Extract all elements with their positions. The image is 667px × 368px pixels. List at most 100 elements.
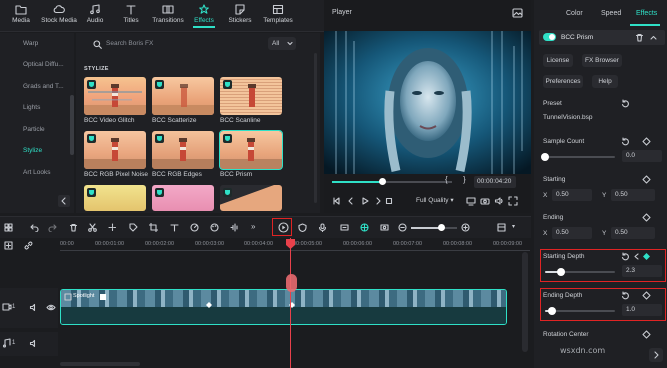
tab-speed[interactable]: Speed [601,10,621,17]
keyframe-diamond-active-icon[interactable] [642,252,651,261]
timeline-ruler[interactable]: 00:00 00:00:01:00 00:00:02:00 00:00:03:0… [0,238,531,252]
audio-wave-icon[interactable] [230,223,239,232]
reset-icon[interactable] [621,291,630,300]
sidebar-item-lights[interactable]: Lights [23,104,40,111]
display-icon[interactable] [466,196,476,206]
playhead[interactable] [290,238,291,368]
collapse-sidebar-button[interactable] [58,195,70,207]
timeline-scrollbar[interactable] [522,252,528,352]
zoom-in-icon[interactable] [461,223,470,232]
volume-icon[interactable] [494,196,504,206]
effect-thumbnail[interactable] [152,185,214,211]
stop-icon[interactable] [384,196,394,206]
filter-dropdown[interactable]: All [268,37,296,50]
keyframe-diamond-icon[interactable] [642,175,651,184]
sidebar-item-stylize[interactable]: Stylize [23,147,42,154]
split-icon[interactable] [108,223,117,232]
tab-templates[interactable]: Templates [260,4,296,24]
starting-x-field[interactable]: 0.50 [552,189,592,201]
voiceover-icon[interactable] [340,223,349,232]
video-clip[interactable]: Spotlight [60,289,507,325]
grid-icon[interactable] [4,223,13,232]
browser-scrollbar[interactable] [314,53,317,203]
ending-y-field[interactable]: 0.50 [611,227,655,239]
delete-icon[interactable] [635,33,644,42]
starting-y-field[interactable]: 0.50 [611,189,655,201]
slider-knob[interactable] [541,153,549,161]
tab-transitions[interactable]: Transitions [150,4,186,24]
step-forward-icon[interactable] [373,196,383,206]
fx-browser-button[interactable]: FX Browser [582,54,622,67]
sample-count-field[interactable]: 0.0 [622,150,662,162]
more-tools-icon[interactable]: » [251,222,255,231]
snapshot-timeline-icon[interactable] [380,223,389,232]
video-preview[interactable] [324,31,531,174]
ending-depth-slider[interactable] [545,307,615,315]
quality-dropdown[interactable]: Full Quality ▾ [416,196,454,204]
eye-icon[interactable] [46,303,56,312]
fullscreen-icon[interactable] [508,196,518,206]
effect-thumbnail[interactable] [84,131,146,169]
ai-icon[interactable] [360,223,369,232]
license-button[interactable]: License [543,54,573,67]
tab-effects-properties[interactable]: Effects [636,10,657,17]
speaker-icon[interactable] [29,303,38,312]
tab-effects[interactable]: Effects [187,4,221,28]
tab-titles[interactable]: Titles [114,4,148,24]
tab-media[interactable]: Media [4,4,38,24]
effect-enable-toggle[interactable] [543,33,556,41]
reset-icon[interactable] [621,137,630,146]
tab-audio[interactable]: Audio [78,4,112,24]
preset-select[interactable]: TunnelVision.bsp [543,112,613,124]
mark-in-brace-icon[interactable]: { [445,175,448,184]
zoom-slider-knob[interactable] [438,224,445,231]
playhead-scissor-marker[interactable] [286,274,297,292]
keyframe-diamond-icon[interactable] [642,213,651,222]
crop-icon[interactable] [149,223,158,232]
sidebar-item-particle[interactable]: Particle [23,126,45,133]
play-icon[interactable] [360,196,370,206]
effect-thumbnail[interactable] [220,77,282,115]
chevron-down-icon[interactable]: ▾ [512,223,515,230]
chevron-up-icon[interactable] [649,33,658,42]
keyframe-marker-icon[interactable] [206,302,212,308]
timeline-h-scrollbar[interactable] [60,362,140,366]
starting-depth-slider[interactable] [545,268,615,276]
sidebar-item-optical-diffusion[interactable]: Optical Diffu... [23,61,64,68]
speed-icon[interactable] [190,223,199,232]
tag-icon[interactable] [129,223,138,232]
tab-stock-media[interactable]: Stock Media [40,4,78,24]
keyframe-prev-icon[interactable] [633,252,640,261]
color-icon[interactable] [210,223,219,232]
text-tool-icon[interactable] [170,223,179,232]
sidebar-item-art-looks[interactable]: Art Looks [23,169,50,176]
undo-icon[interactable] [30,223,39,232]
camera-icon[interactable] [480,196,490,206]
keyframe-diamond-icon[interactable] [642,291,651,300]
ending-x-field[interactable]: 0.50 [552,227,592,239]
scissors-icon[interactable] [88,223,97,232]
sidebar-item-warp[interactable]: Warp [23,40,38,47]
layout-icon[interactable] [497,223,506,232]
zoom-slider[interactable] [411,224,457,231]
effect-thumbnail[interactable] [152,131,214,169]
effect-thumbnail[interactable] [84,77,146,115]
keyframe-diamond-icon[interactable] [642,330,651,339]
starting-depth-field[interactable]: 2.3 [622,265,662,277]
redo-icon[interactable] [48,223,57,232]
effect-thumbnail-selected[interactable] [219,130,283,170]
speaker-icon[interactable] [29,339,38,348]
reset-icon[interactable] [621,99,630,108]
playback-progress-knob[interactable] [378,178,386,185]
microphone-icon[interactable] [318,223,327,232]
sidebar-item-grads[interactable]: Grads and T... [23,83,64,90]
sample-count-slider[interactable] [541,153,615,161]
sidebar-scrollbar[interactable] [70,95,74,155]
search-input[interactable]: Search Boris FX [84,37,260,51]
panel-action-button[interactable] [649,348,663,362]
shield-icon[interactable] [298,223,307,232]
slider-knob[interactable] [548,307,556,315]
keyframe-diamond-icon[interactable] [642,137,651,146]
tab-stickers[interactable]: Stickers [223,4,257,24]
snapshot-icon[interactable] [512,8,523,18]
